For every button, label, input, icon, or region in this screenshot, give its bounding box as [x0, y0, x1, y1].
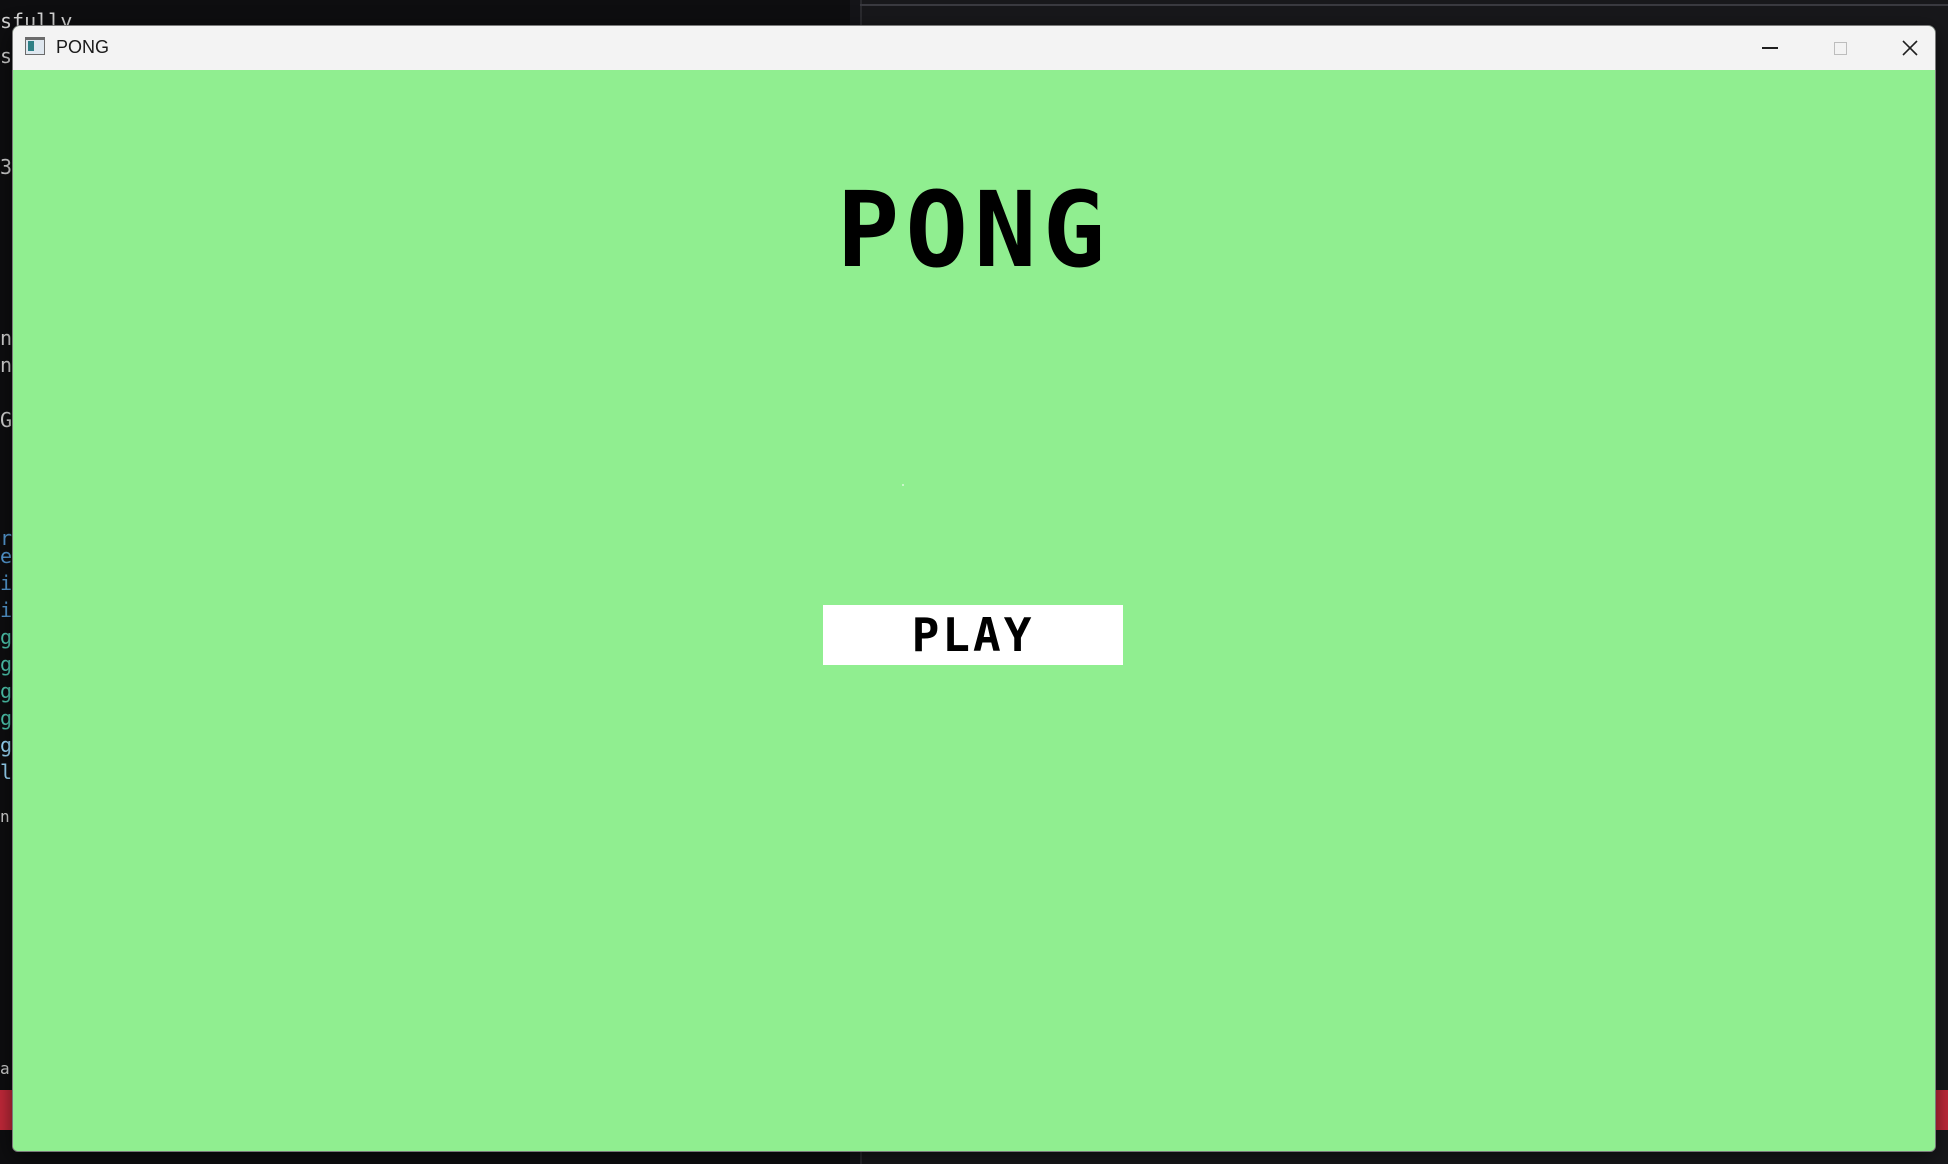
app-window-icon	[25, 37, 45, 55]
background-text-line: n	[0, 326, 13, 350]
close-button[interactable]	[1875, 26, 1935, 70]
background-text-line: e	[0, 544, 13, 568]
play-button[interactable]: PLAY	[823, 605, 1123, 665]
background-text-line: n	[0, 353, 13, 377]
background-text-line: s	[0, 44, 13, 68]
background-text-line: g	[0, 706, 13, 730]
background-text-line: a	[0, 1059, 10, 1078]
maximize-button[interactable]	[1805, 26, 1875, 70]
background-text-line: g	[0, 625, 13, 649]
background-text-line: i	[0, 598, 13, 622]
background-text-line: l	[0, 760, 13, 784]
pong-window: PONG PONG PLAY	[12, 25, 1936, 1152]
play-button-label: PLAY	[911, 608, 1035, 662]
window-titlebar[interactable]: PONG	[13, 26, 1935, 70]
close-icon	[1902, 40, 1918, 56]
background-text-line: g	[0, 679, 13, 703]
minimize-icon	[1762, 47, 1778, 49]
game-canvas: PONG PLAY	[13, 70, 1935, 1151]
background-text-line: i	[0, 571, 13, 595]
background-divider	[860, 4, 1948, 6]
background-text-line: g	[0, 652, 13, 676]
background-text-line: n	[0, 807, 10, 826]
minimize-button[interactable]	[1735, 26, 1805, 70]
window-title: PONG	[56, 37, 110, 57]
game-title: PONG	[836, 169, 1112, 291]
maximize-icon	[1833, 41, 1847, 55]
canvas-pixel	[902, 484, 904, 486]
background-text-line: g	[0, 733, 13, 757]
